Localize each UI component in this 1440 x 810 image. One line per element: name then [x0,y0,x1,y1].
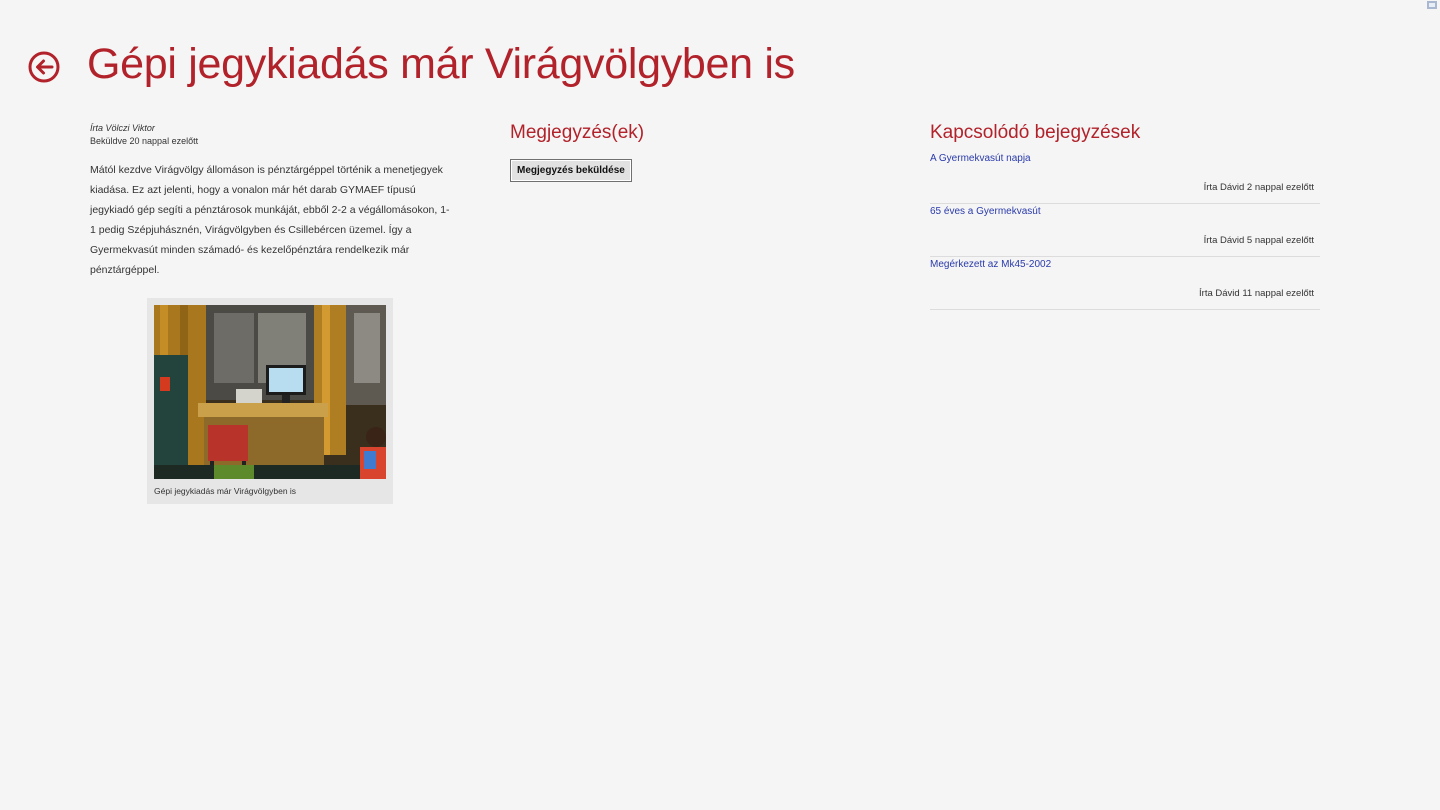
related-post-item: Megérkezett az Mk45-2002 Írta Dávid 11 n… [930,257,1320,310]
figure-caption: Gépi jegykiadás már Virágvölgyben is [154,486,297,496]
related-post-meta: Írta Dávid 5 nappal ezelőtt [1203,235,1314,246]
article-author: Írta Völczi Viktor [90,123,155,133]
article-page: Gépi jegykiadás már Virágvölgyben is Írt… [0,0,1440,810]
related-post-item: 65 éves a Gyermekvasút Írta Dávid 5 napp… [930,204,1320,257]
related-post-item: A Gyermekvasút napja Írta Dávid 2 nappal… [930,151,1320,204]
related-post-meta: Írta Dávid 2 nappal ezelőtt [1203,182,1314,193]
back-button[interactable] [28,51,60,83]
page-title: Gépi jegykiadás már Virágvölgyben is [87,40,795,88]
related-posts-heading: Kapcsolódó bejegyzések [930,122,1141,143]
related-posts-list: A Gyermekvasút napja Írta Dávid 2 nappal… [930,151,1320,310]
comments-heading: Megjegyzés(ek) [510,122,645,143]
article-body: Mától kezdve Virágvölgy állomáson is pén… [90,164,450,276]
related-post-link[interactable]: A Gyermekvasút napja [930,153,1031,164]
related-post-link[interactable]: 65 éves a Gyermekvasút [930,206,1041,217]
window-corner-icon [1427,1,1437,9]
related-post-link[interactable]: Megérkezett az Mk45-2002 [930,259,1051,270]
submit-comment-button[interactable]: Megjegyzés beküldése [510,159,632,182]
related-post-meta: Írta Dávid 11 nappal ezelőtt [1199,288,1314,299]
article: Írta Völczi Viktor Beküldve 20 nappal ez… [90,122,450,280]
article-posted-date: Beküldve 20 nappal ezelőtt [90,136,199,146]
article-photo [154,305,386,479]
back-arrow-circle-icon [28,51,60,83]
article-figure[interactable]: Gépi jegykiadás már Virágvölgyben is [147,298,393,504]
